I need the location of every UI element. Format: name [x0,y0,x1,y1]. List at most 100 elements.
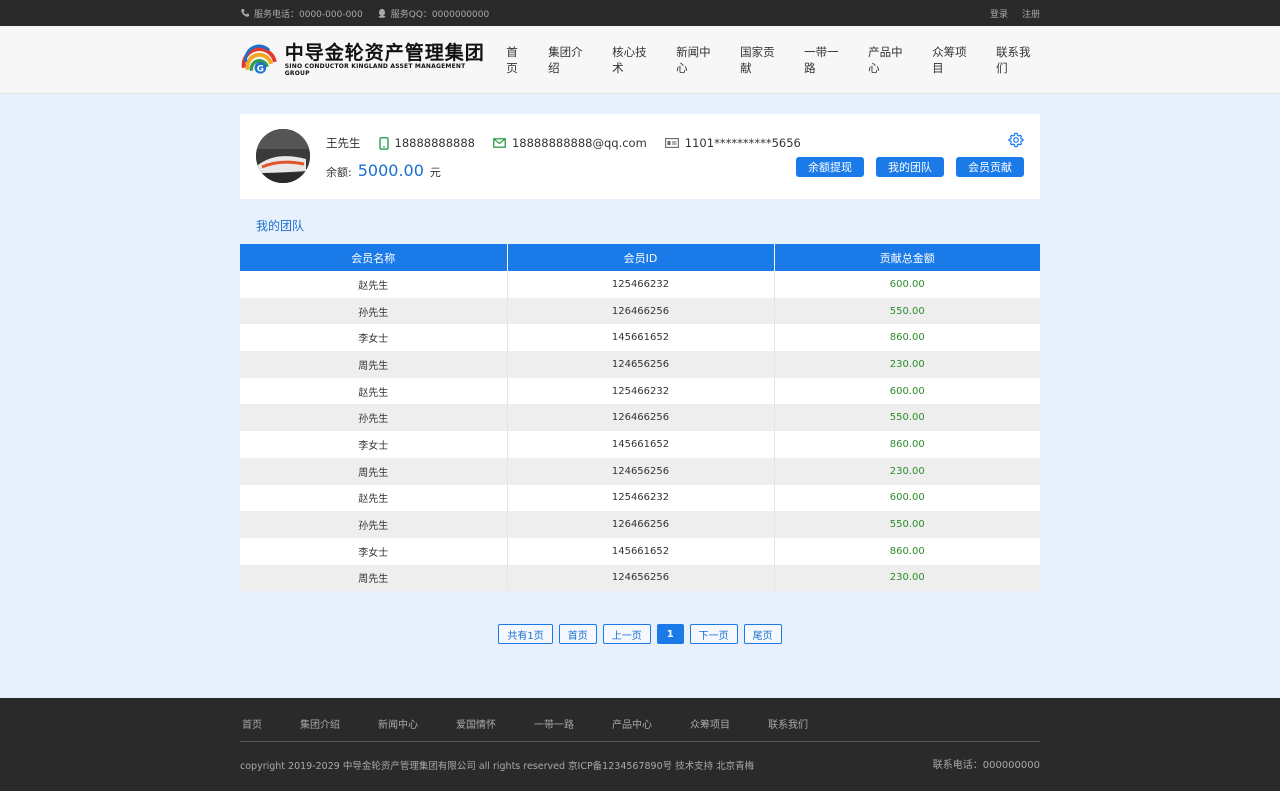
profile-phone: 18888888888 [378,136,475,150]
cell-member-id: 126466256 [507,297,775,325]
copyright: copyright 2019-2029 中导金轮资产管理集团有限公司 all r… [240,761,755,772]
cell-contribution: 600.00 [774,377,1040,405]
table-header-row: 会员名称 会员ID 贡献总金额 [240,244,1040,271]
profile-info: 王先生 18888888888 18888888888@qq.com 1101*… [326,135,801,151]
pagination: 共有1页 首页 上一页 1 下一页 尾页 [0,624,1280,644]
mobile-icon [378,136,389,150]
footer-divider [240,741,1040,742]
top-bar: 服务电话：0000-000-000 服务QQ：0000000000 登录 注册 [0,0,1280,26]
table-row: 李女士 145661652 860.00 [240,324,1040,352]
svg-text:G: G [257,65,264,75]
page-last-button[interactable]: 尾页 [743,624,782,644]
login-link[interactable]: 登录 [990,7,1008,20]
cell-member-name: 李女士 [240,537,508,565]
footer-nav-belt-road[interactable]: 一带一路 [534,716,574,731]
cell-member-name: 孙先生 [240,511,508,538]
cell-contribution: 550.00 [774,404,1040,432]
logo-en: SINO CONDUCTOR KINGLAND ASSET MANAGEMENT… [284,63,466,77]
logo-cn: 中导金轮资产管理集团 [284,42,485,64]
table-row: 周先生 124656256 230.00 [240,457,1040,485]
table-row: 李女士 145661652 860.00 [240,537,1040,565]
cell-member-id: 145661652 [507,324,775,352]
cell-member-id: 125466232 [507,484,775,512]
table-row: 周先生 124656256 230.00 [240,351,1040,378]
register-link[interactable]: 注册 [1022,7,1040,20]
gear-icon[interactable] [1008,132,1024,148]
cell-member-name: 周先生 [240,564,508,592]
profile-id: 1101**********5656 [664,136,801,150]
header-member-name: 会员名称 [240,244,508,271]
page-total: 共有1页 [498,624,553,644]
footer-nav-news[interactable]: 新闻中心 [378,716,418,731]
header-member-id: 会员ID [507,244,775,271]
page-first-button[interactable]: 首页 [558,624,597,644]
main-nav: 首页 集团介绍 核心技术 新闻中心 国家贡献 一带一路 产品中心 众筹项目 联系… [486,44,1040,76]
member-contribution-button[interactable]: 会员贡献 [956,157,1024,177]
nav-crowdfunding[interactable]: 众筹项目 [932,44,976,76]
profile-card: 王先生 18888888888 18888888888@qq.com 1101*… [240,114,1040,199]
phone-icon [241,9,249,17]
cell-contribution: 860.00 [774,537,1040,565]
cell-member-id: 124656256 [507,351,775,378]
nav-products[interactable]: 产品中心 [868,44,912,76]
section-title: 我的团队 [256,219,305,233]
logo-icon: G [241,44,277,75]
profile-email: 18888888888@qq.com [493,136,647,150]
cell-member-name: 周先生 [240,351,508,378]
service-phone: 服务电话：0000-000-000 [240,7,363,20]
mail-icon [493,138,506,148]
footer-nav-contact[interactable]: 联系我们 [768,716,808,731]
site-logo[interactable]: G 中导金轮资产管理集团 SINO CONDUCTOR KINGLAND ASS… [240,40,486,80]
team-table: 会员名称 会员ID 贡献总金额 赵先生 125466232 600.00 孙先生 126… [240,244,1040,592]
cell-member-name: 赵先生 [240,377,508,405]
service-qq: 服务QQ：0000000000 [377,7,489,20]
cell-contribution: 860.00 [774,431,1040,458]
nav-contact[interactable]: 联系我们 [996,44,1040,76]
nav-belt-road[interactable]: 一带一路 [804,44,848,76]
avatar[interactable] [256,129,310,183]
qq-icon [378,8,386,18]
nav-contribution[interactable]: 国家贡献 [740,44,784,76]
table-row: 赵先生 125466232 600.00 [240,271,1040,298]
nav-news[interactable]: 新闻中心 [676,44,720,76]
footer-phone: 联系电话：000000000 [932,760,1040,771]
cell-member-name: 孙先生 [240,297,508,325]
table-body: 赵先生 125466232 600.00 孙先生 126466256 550.00 李女士 1… [240,271,1040,592]
page-next-button[interactable]: 下一页 [689,624,738,644]
balance: 余额: 5000.00 元 [326,161,441,180]
cell-member-name: 孙先生 [240,404,508,432]
footer-nav-about[interactable]: 集团介绍 [300,716,340,731]
nav-technology[interactable]: 核心技术 [612,44,656,76]
header-total-contribution: 贡献总金额 [774,244,1040,271]
my-team-button[interactable]: 我的团队 [876,157,944,177]
cell-member-id: 125466232 [507,271,775,298]
cell-member-id: 126466256 [507,511,775,538]
cell-contribution: 550.00 [774,511,1040,538]
cell-contribution: 860.00 [774,324,1040,352]
page-current[interactable]: 1 [656,624,684,644]
cell-contribution: 230.00 [774,457,1040,485]
cell-member-id: 125466232 [507,377,775,405]
footer-nav: 首页 集团介绍 新闻中心 爱国情怀 一带一路 产品中心 众筹项目 联系我们 [242,716,846,731]
page-prev-button[interactable]: 上一页 [602,624,651,644]
nav-about[interactable]: 集团介绍 [548,44,592,76]
site-header: G 中导金轮资产管理集团 SINO CONDUCTOR KINGLAND ASS… [0,26,1280,94]
footer-nav-crowdfunding[interactable]: 众筹项目 [690,716,730,731]
profile-name: 王先生 [326,136,361,150]
table-row: 周先生 124656256 230.00 [240,564,1040,592]
cell-member-id: 126466256 [507,404,775,432]
cell-contribution: 600.00 [774,484,1040,512]
id-card-icon [664,138,679,148]
footer-nav-products[interactable]: 产品中心 [612,716,652,731]
nav-home[interactable]: 首页 [506,44,528,76]
footer-nav-patriotism[interactable]: 爱国情怀 [456,716,496,731]
cell-member-id: 145661652 [507,537,775,565]
table-row: 赵先生 125466232 600.00 [240,484,1040,512]
withdraw-button[interactable]: 余额提现 [796,157,864,177]
cell-contribution: 230.00 [774,351,1040,378]
cell-member-name: 赵先生 [240,271,508,298]
cell-member-id: 124656256 [507,457,775,485]
table-row: 孙先生 126466256 550.00 [240,511,1040,538]
cell-member-name: 赵先生 [240,484,508,512]
footer-nav-home[interactable]: 首页 [242,716,262,731]
